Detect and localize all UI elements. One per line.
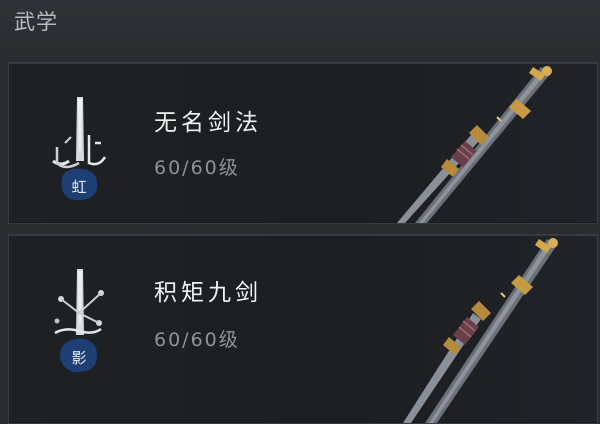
- skill-name: 积矩九剑: [154, 280, 262, 306]
- emblem-glyph: 影: [71, 349, 86, 367]
- sword-illustration: [397, 66, 552, 223]
- sword-emblem-icon: 虹: [52, 97, 107, 201]
- skill-card-wuming[interactable]: 虹 无名剑法 60/60级: [8, 62, 598, 224]
- skill-level: 60/60级: [154, 329, 240, 351]
- skill-name: 无名剑法: [154, 110, 262, 136]
- emblem-glyph: 虹: [71, 178, 86, 196]
- skill-card-jiju[interactable]: 影 积矩九剑 60/60级: [8, 234, 598, 424]
- sword-illustration: [403, 238, 558, 423]
- header-bar: 武学: [0, 0, 600, 52]
- sword-emblem-icon: 影: [54, 269, 104, 373]
- skill-level: 60/60级: [154, 157, 240, 179]
- page-title: 武学: [14, 10, 58, 34]
